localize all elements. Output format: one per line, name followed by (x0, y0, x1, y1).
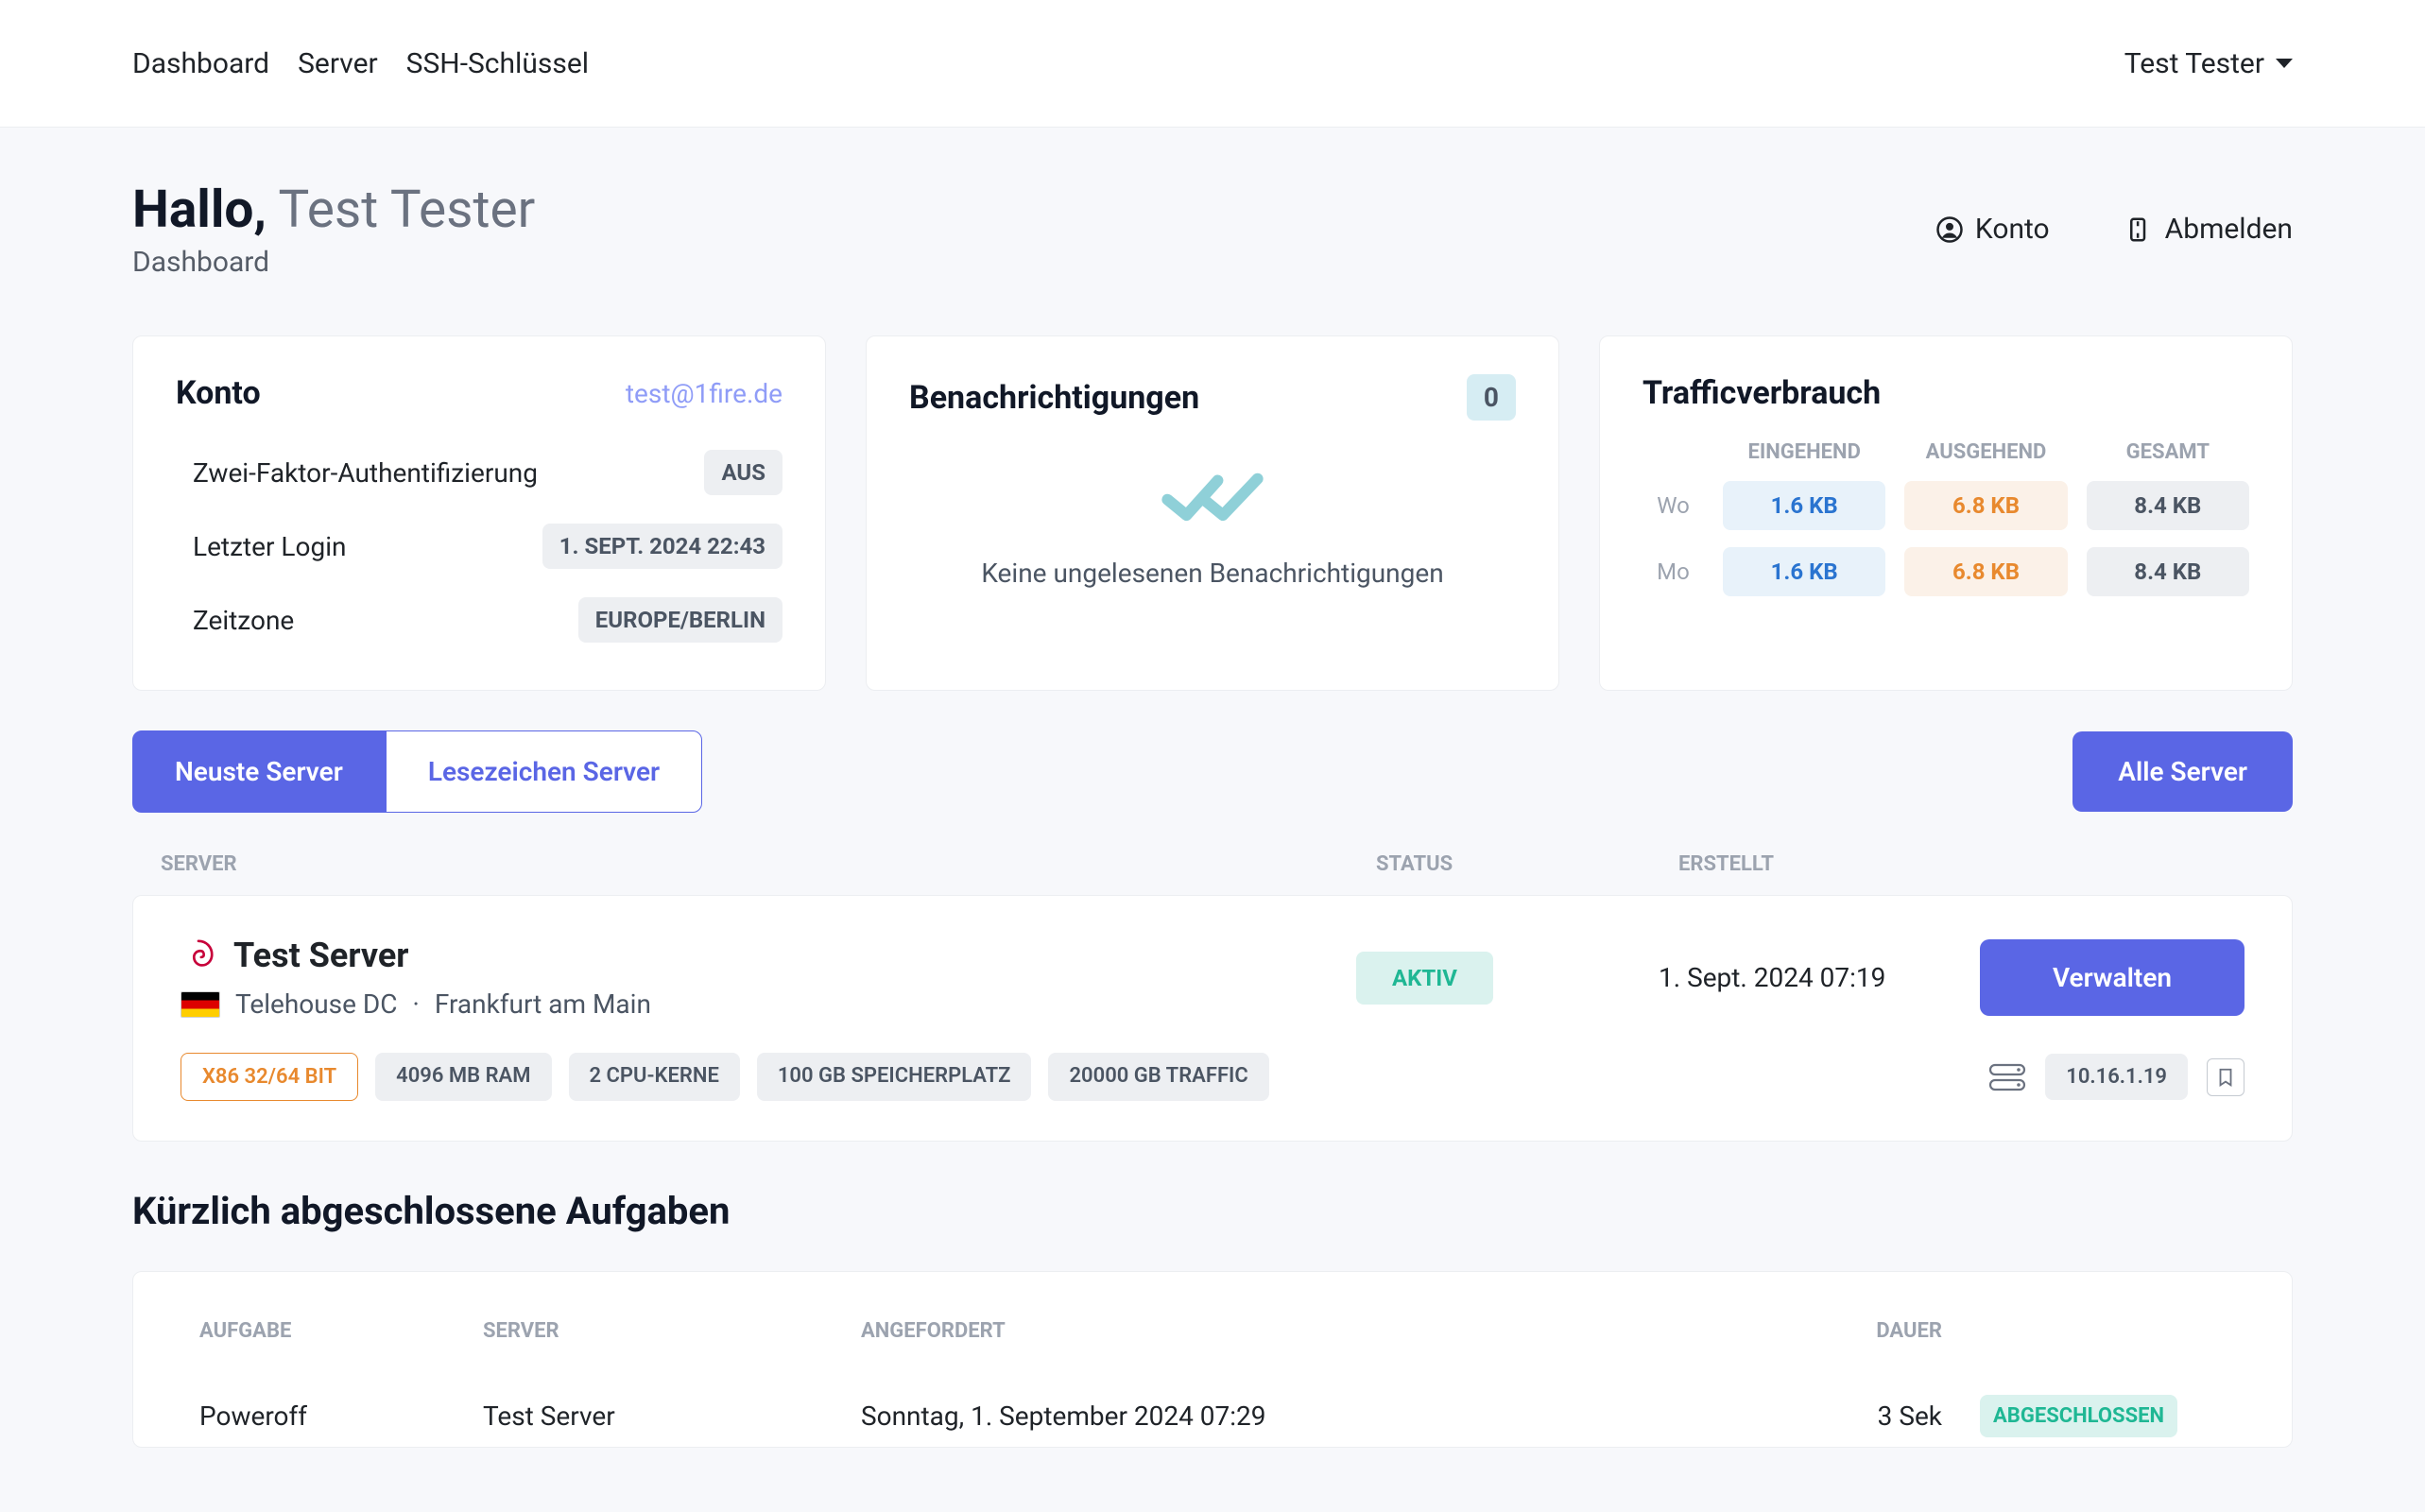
server-spec-row: X86 32/64 BIT 4096 MB RAM 2 CPU-KERNE 10… (181, 1053, 1269, 1101)
traffic-in-value: 1.6 KB (1723, 547, 1885, 596)
tasks-col-server: SERVER (483, 1319, 861, 1343)
task-server: Test Server (483, 1400, 861, 1432)
server-city: Frankfurt am Main (435, 988, 651, 1020)
chip-traffic: 20000 GB TRAFFIC (1048, 1053, 1268, 1101)
traffic-head-in: EINGEHEND (1723, 440, 1885, 464)
chip-ip: 10.16.1.19 (2045, 1054, 2188, 1100)
chip-disk: 100 GB SPEICHERPLATZ (757, 1053, 1032, 1101)
cards-row: Konto test@1fire.de Zwei-Faktor-Authenti… (132, 335, 2293, 691)
manage-server-button[interactable]: Verwalten (1980, 939, 2244, 1016)
all-servers-button[interactable]: Alle Server (2072, 731, 2293, 812)
traffic-sum-value: 8.4 KB (2087, 481, 2249, 530)
greeting-pre: Hallo, (132, 180, 267, 240)
traffic-head-out: AUSGEHEND (1904, 440, 2067, 464)
notifications-empty-text: Keine ungelesenen Benachrichtigungen (981, 558, 1443, 589)
server-created: 1. Sept. 2024 07:19 (1659, 962, 1980, 993)
tasks-section-title: Kürzlich abgeschlossene Aufgaben (132, 1189, 2293, 1233)
nav-left: Dashboard Server SSH-Schlüssel (132, 47, 589, 80)
server-name: Test Server (233, 936, 408, 975)
timezone-badge: EUROPE/BERLIN (578, 597, 783, 643)
tasks-col-requested: ANGEFORDERT (861, 1319, 1791, 1343)
task-requested: Sonntag, 1. September 2024 07:29 (861, 1400, 1791, 1432)
server-dc: Telehouse DC (235, 988, 398, 1020)
greeting-block: Hallo, Test Tester Dashboard (132, 180, 535, 279)
tab-bookmarked-servers[interactable]: Lesezeichen Server (386, 730, 702, 813)
user-circle-icon (1935, 215, 1964, 244)
timezone-label: Zeitzone (176, 605, 294, 636)
logout-link[interactable]: Abmelden (2125, 213, 2293, 246)
page-header: Hallo, Test Tester Dashboard Konto Abmel… (132, 180, 2293, 279)
chip-ram: 4096 MB RAM (375, 1053, 551, 1101)
traffic-in-value: 1.6 KB (1723, 481, 1885, 530)
last-login-label: Letzter Login (176, 531, 346, 562)
task-duration: 3 Sek (1791, 1400, 1980, 1432)
account-email-link[interactable]: test@1fire.de (626, 378, 783, 409)
navbar: Dashboard Server SSH-Schlüssel Test Test… (0, 0, 2425, 128)
traffic-head-sum: GESAMT (2087, 440, 2249, 464)
task-row: Poweroff Test Server Sonntag, 1. Septemb… (199, 1395, 2226, 1437)
greeting-name: Test Tester (279, 180, 536, 240)
nav-ssh[interactable]: SSH-Schlüssel (406, 47, 589, 80)
account-link[interactable]: Konto (1935, 213, 2050, 246)
traffic-period: Mo (1642, 558, 1704, 585)
server-tab-row: Neuste Server Lesezeichen Server Alle Se… (132, 730, 2293, 813)
chip-arch: X86 32/64 BIT (181, 1053, 358, 1101)
server-stack-icon (1988, 1062, 2026, 1092)
two-factor-badge: AUS (704, 450, 783, 495)
bookmark-button[interactable] (2207, 1058, 2244, 1096)
traffic-title: Trafficverbrauch (1642, 374, 1881, 412)
last-login-badge: 1. SEPT. 2024 22:43 (542, 524, 783, 569)
server-tabs: Neuste Server Lesezeichen Server (132, 730, 702, 813)
debian-icon (181, 937, 216, 973)
server-loc-sep: · (413, 988, 420, 1020)
nav-server[interactable]: Server (298, 47, 378, 80)
traffic-card: Trafficverbrauch EINGEHEND AUSGEHEND GES… (1599, 335, 2293, 691)
server-status-badge: AKTIV (1356, 952, 1493, 1005)
traffic-row-week: Wo 1.6 KB 6.8 KB 8.4 KB (1642, 481, 2249, 530)
nav-dashboard[interactable]: Dashboard (132, 47, 269, 80)
chip-cpu: 2 CPU-KERNE (569, 1053, 740, 1101)
notifications-title: Benachrichtigungen (909, 379, 1199, 417)
logout-link-label: Abmelden (2165, 213, 2293, 246)
two-factor-label: Zwei-Faktor-Authentifizierung (176, 457, 538, 489)
col-server: SERVER (161, 852, 1376, 876)
notifications-count: 0 (1467, 374, 1516, 421)
tasks-card: AUFGABE SERVER ANGEFORDERT DAUER Powerof… (132, 1271, 2293, 1448)
notifications-card: Benachrichtigungen 0 Keine ungelesenen B… (866, 335, 1559, 691)
traffic-sum-value: 8.4 KB (2087, 547, 2249, 596)
user-menu-label: Test Tester (2124, 47, 2264, 80)
traffic-row-month: Mo 1.6 KB 6.8 KB 8.4 KB (1642, 547, 2249, 596)
traffic-out-value: 6.8 KB (1904, 481, 2067, 530)
user-menu[interactable]: Test Tester (2124, 47, 2293, 80)
logout-icon (2125, 215, 2154, 244)
task-name: Poweroff (199, 1400, 483, 1432)
col-status: STATUS (1376, 852, 1678, 876)
account-card: Konto test@1fire.de Zwei-Faktor-Authenti… (132, 335, 826, 691)
server-card: Test Server Telehouse DC · Frankfurt am … (132, 895, 2293, 1142)
flag-de-icon (181, 991, 220, 1018)
traffic-period: Wo (1642, 492, 1704, 519)
account-card-title: Konto (176, 374, 261, 412)
traffic-out-value: 6.8 KB (1904, 547, 2067, 596)
tab-newest-servers[interactable]: Neuste Server (132, 730, 386, 813)
task-status-badge: ABGESCHLOSSEN (1980, 1395, 2177, 1437)
double-check-icon (1161, 468, 1264, 524)
breadcrumb: Dashboard (132, 246, 535, 279)
account-link-label: Konto (1975, 213, 2050, 246)
bookmark-icon (2215, 1067, 2236, 1088)
header-actions: Konto Abmelden (1935, 213, 2293, 246)
tasks-col-task: AUFGABE (199, 1319, 483, 1343)
col-created: ERSTELLT (1678, 852, 2000, 876)
server-list-header: SERVER STATUS ERSTELLT (132, 833, 2293, 895)
caret-down-icon (2276, 59, 2293, 68)
tasks-col-duration: DAUER (1791, 1319, 1980, 1343)
